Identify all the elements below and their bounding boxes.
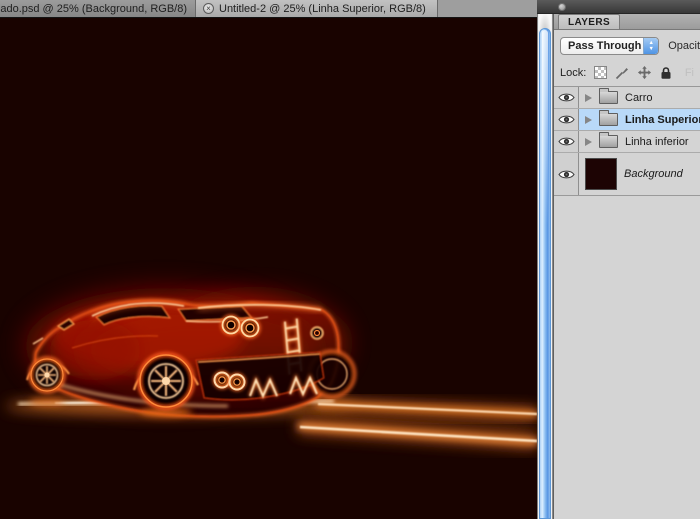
layer-row-background[interactable]: Background — [554, 153, 700, 196]
lock-transparency-icon[interactable] — [594, 66, 607, 79]
layer-name[interactable]: Linha inferior — [625, 136, 689, 148]
eye-icon — [558, 169, 575, 180]
document-canvas[interactable] — [0, 18, 537, 519]
fill-label: Fi — [685, 67, 694, 79]
layers-panel-empty-area — [554, 196, 700, 519]
visibility-toggle[interactable] — [554, 87, 579, 108]
lock-label: Lock: — [560, 67, 586, 79]
blend-mode-row: Pass Through ▲ ▼ Opacit — [554, 30, 700, 60]
blend-mode-value: Pass Through — [561, 40, 643, 52]
layers-list: Carro Linha Superior — [554, 86, 700, 196]
lock-all-padlock-icon[interactable] — [660, 66, 672, 80]
lock-paint-brush-icon[interactable] — [615, 66, 629, 80]
folder-icon — [599, 135, 618, 148]
panel-collapse-button[interactable] — [558, 3, 566, 11]
stepper-down-icon: ▼ — [648, 46, 653, 52]
disclosure-triangle-icon[interactable] — [585, 116, 592, 124]
layers-panel: LAYERS Pass Through ▲ ▼ Opacit Lock: Fi — [553, 14, 700, 519]
disclosure-triangle-icon[interactable] — [585, 138, 592, 146]
scrollbar-thumb[interactable] — [539, 28, 551, 519]
layer-row-linha-inferior[interactable]: Linha inferior — [554, 131, 700, 153]
panel-tabbar: LAYERS — [554, 14, 700, 30]
visibility-toggle[interactable] — [554, 153, 579, 195]
lock-move-icon[interactable] — [637, 65, 652, 80]
close-tab-icon[interactable]: × — [203, 3, 214, 14]
folder-icon — [599, 91, 618, 104]
layer-name[interactable]: Linha Superior — [625, 114, 700, 126]
disclosure-triangle-icon[interactable] — [585, 94, 592, 102]
document-tabbar: asinado.psd @ 25% (Background, RGB/8) × … — [0, 0, 537, 18]
opacity-label: Opacit — [668, 40, 700, 52]
folder-icon — [599, 113, 618, 126]
layer-row-linha-superior[interactable]: Linha Superior — [554, 109, 700, 131]
tab-layers[interactable]: LAYERS — [558, 14, 620, 29]
layer-name[interactable]: Background — [624, 168, 683, 180]
layer-thumbnail — [585, 158, 617, 190]
stepper-icon[interactable]: ▲ ▼ — [643, 38, 658, 54]
document-tab-asinado[interactable]: asinado.psd @ 25% (Background, RGB/8) — [0, 0, 196, 17]
lock-row: Lock: Fi — [554, 60, 700, 86]
document-tab-title: asinado.psd @ 25% (Background, RGB/8) — [0, 3, 195, 15]
canvas-vertical-scrollbar[interactable] — [537, 14, 553, 519]
panel-header-bar — [537, 0, 700, 14]
blend-mode-dropdown[interactable]: Pass Through ▲ ▼ — [560, 37, 659, 55]
document-tab-untitled-2[interactable]: × Untitled-2 @ 25% (Linha Superior, RGB/… — [196, 0, 438, 17]
eye-icon — [558, 136, 575, 147]
car-artwork — [0, 18, 537, 519]
eye-icon — [558, 92, 575, 103]
layer-row-carro[interactable]: Carro — [554, 87, 700, 109]
layer-name[interactable]: Carro — [625, 92, 653, 104]
document-tab-title: Untitled-2 @ 25% (Linha Superior, RGB/8)… — [219, 3, 429, 15]
eye-icon — [558, 114, 575, 125]
visibility-toggle[interactable] — [554, 131, 579, 152]
visibility-toggle[interactable] — [554, 109, 579, 130]
